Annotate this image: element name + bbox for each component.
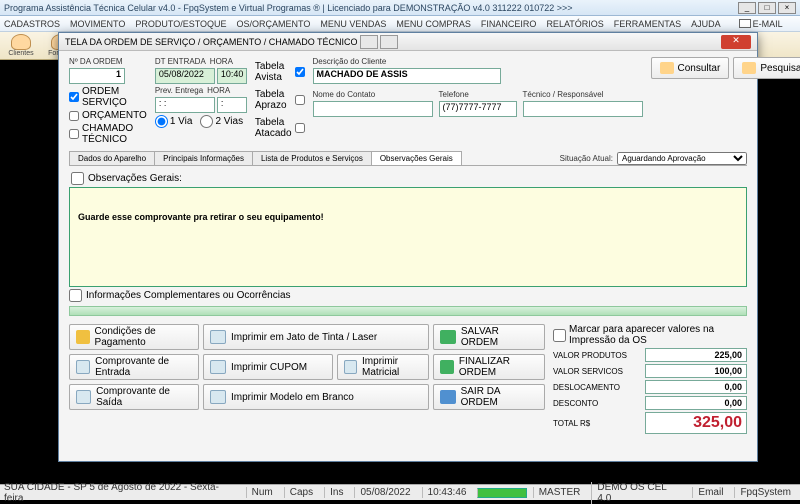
valor-produtos-field[interactable]: 225,00 [645,348,747,362]
menu-financeiro[interactable]: FINANCEIRO [481,19,537,29]
tab-strip: Dados do Aparelho Principais Informações… [69,151,747,166]
app-title: Programa Assistência Técnica Celular v4.… [4,3,573,13]
telefone-field[interactable]: (77)7777-7777 [439,101,517,117]
search-icon [660,62,674,74]
cliente-field[interactable]: MACHADO DE ASSIS [313,68,501,84]
exit-icon [440,390,456,404]
menu-movimento[interactable]: MOVIMENTO [70,19,125,29]
dialog-close[interactable]: ✕ [721,35,751,49]
printer-icon [210,330,226,344]
obs-textarea[interactable]: Guarde esse comprovante pra retirar o se… [69,187,747,287]
flag-icon [440,360,454,374]
close-button[interactable]: × [778,2,796,14]
salvar-ordem-button[interactable]: SALVAR ORDEM [433,324,545,350]
tabela-atacado-checkbox[interactable]: Tabela Atacado [255,117,305,139]
finalizar-ordem-button[interactable]: FINALIZAR ORDEM [433,354,545,380]
separator-bar [69,306,747,316]
comprovante-entrada-button[interactable]: Comprovante de Entrada [69,354,199,380]
dt-entrada-field[interactable]: 05/08/2022 [155,68,215,84]
info-complement-checkbox[interactable] [69,289,82,302]
printer-icon [210,360,226,374]
menu-ferramentas[interactable]: FERRAMENTAS [614,19,681,29]
dialog-maximize[interactable] [380,35,398,49]
minimize-button[interactable]: _ [738,2,756,14]
email-button[interactable]: E-MAIL [739,19,783,29]
menu-compras[interactable]: MENU COMPRAS [396,19,471,29]
dialog-minimize[interactable] [360,35,378,49]
tabela-aprazo-checkbox[interactable]: Tabela Aprazo [255,89,305,111]
obs-gerais-checkbox[interactable] [71,172,84,185]
imprimir-modelo-button[interactable]: Imprimir Modelo em Branco [203,384,429,410]
n-ordem-label: Nº DA ORDEM [69,57,147,66]
chamado-tecnico-checkbox[interactable]: CHAMADO TÉCNICO [69,123,147,145]
marcar-impressao-checkbox[interactable]: Marcar para aparecer valores na Impressã… [553,324,747,346]
menubar: CADASTROS MOVIMENTO PRODUTO/ESTOQUE OS/O… [0,16,800,32]
mail-icon [739,19,751,28]
desconto-field[interactable]: 0,00 [645,396,747,410]
ordem-servico-checkbox[interactable]: ORDEM SERVIÇO [69,86,147,108]
menu-ajuda[interactable]: AJUDA [691,19,721,29]
tab-principais-info[interactable]: Principais Informações [154,151,253,165]
n-ordem-field[interactable]: 1 [69,68,125,84]
document-icon [76,390,91,404]
via2-radio[interactable]: 2 Vias [200,115,243,128]
via1-radio[interactable]: 1 Via [155,115,193,128]
tabela-avista-checkbox[interactable]: Tabela Avista [255,61,305,83]
menu-os[interactable]: OS/ORÇAMENTO [237,19,311,29]
hora-field[interactable]: 10:40 [217,68,247,84]
contato-field[interactable] [313,101,433,117]
main-titlebar: Programa Assistência Técnica Celular v4.… [0,0,800,16]
progress-bar [477,488,526,498]
coins-icon [76,330,90,344]
dialog-title: TELA DA ORDEM DE SERVIÇO / ORÇAMENTO / C… [65,37,358,47]
clientes-button[interactable]: Clientes [2,34,40,57]
tab-observacoes[interactable]: Observações Gerais [371,151,462,165]
document-icon [76,360,90,374]
search-icon [742,62,756,74]
printer-icon [344,360,357,374]
os-dialog: TELA DA ORDEM DE SERVIÇO / ORÇAMENTO / C… [58,32,758,462]
menu-relatorios[interactable]: RELATÓRIOS [546,19,603,29]
status-location: SUA CIDADE - SP 5 de Agosto de 2022 - Se… [4,482,234,504]
tab-dados-aparelho[interactable]: Dados do Aparelho [69,151,155,165]
total-field: 325,00 [645,412,747,434]
valor-servicos-field[interactable]: 100,00 [645,364,747,378]
dialog-titlebar: TELA DA ORDEM DE SERVIÇO / ORÇAMENTO / C… [59,33,757,51]
tecnico-field[interactable] [523,101,643,117]
cond-pagamento-button[interactable]: Condições de Pagamento [69,324,199,350]
menu-vendas[interactable]: MENU VENDAS [320,19,386,29]
check-icon [440,330,456,344]
imprimir-cupom-button[interactable]: Imprimir CUPOM [203,354,333,380]
comprovante-saida-button[interactable]: Comprovante de Saída [69,384,199,410]
menu-produto[interactable]: PRODUTO/ESTOQUE [135,19,226,29]
imprimir-jato-button[interactable]: Imprimir em Jato de Tinta / Laser [203,324,429,350]
prev-entrega-field[interactable]: : : [155,97,215,113]
consultar-button[interactable]: Consultar [651,57,730,79]
prev-hora-field[interactable]: : [217,97,247,113]
printer-icon [210,390,226,404]
situacao-select[interactable]: Aguardando Aprovação [617,152,747,165]
menu-cadastros[interactable]: CADASTROS [4,19,60,29]
deslocamento-field[interactable]: 0,00 [645,380,747,394]
maximize-button[interactable]: □ [758,2,776,14]
statusbar: SUA CIDADE - SP 5 de Agosto de 2022 - Se… [0,484,800,500]
sair-ordem-button[interactable]: SAIR DA ORDEM [433,384,545,410]
orcamento-checkbox[interactable]: ORÇAMENTO [69,110,147,121]
pesquisar-button[interactable]: Pesquisar [733,57,800,79]
tab-lista-produtos[interactable]: Lista de Produtos e Serviços [252,151,372,165]
imprimir-matricial-button[interactable]: Imprimir Matricial [337,354,429,380]
